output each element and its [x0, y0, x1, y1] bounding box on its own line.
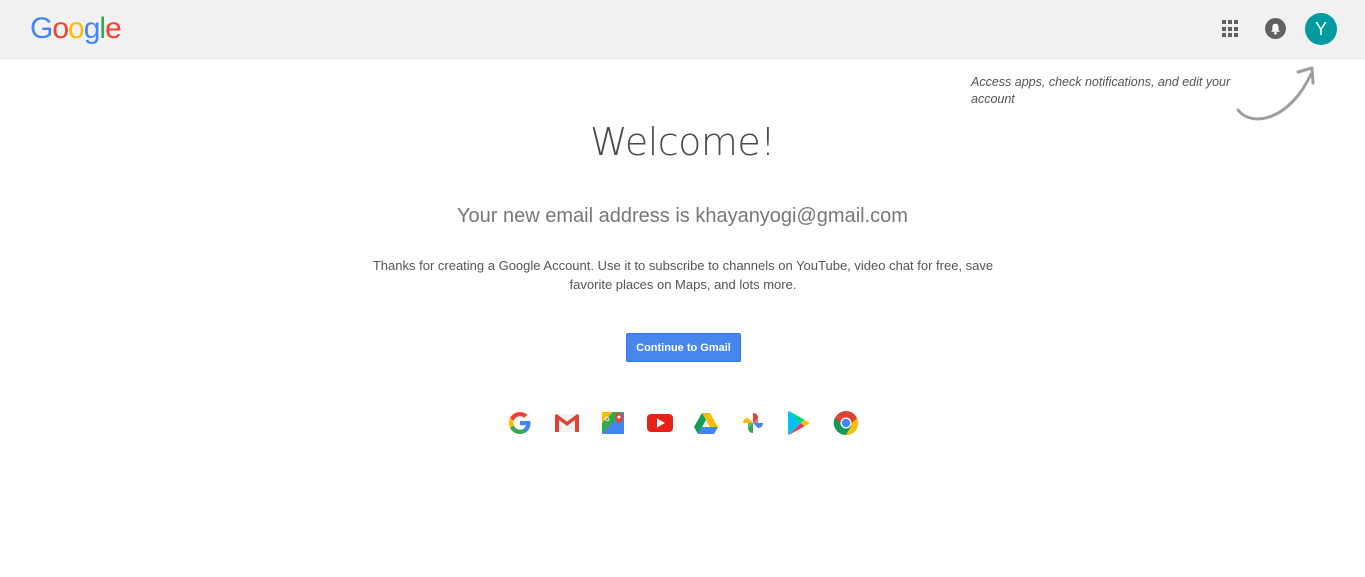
google-logo[interactable]: G o o g l e — [30, 12, 122, 46]
logo-letter: o — [68, 12, 85, 45]
logo-letter: G — [30, 12, 53, 45]
logo-letter: o — [52, 12, 69, 45]
hint-arrow-icon — [1236, 66, 1315, 121]
account-description: Thanks for creating a Google Account. Us… — [372, 258, 994, 292]
chrome-icon[interactable] — [832, 409, 860, 437]
svg-text:G: G — [605, 417, 610, 423]
photos-icon[interactable] — [739, 409, 767, 437]
youtube-icon[interactable] — [646, 409, 674, 437]
logo-letter: e — [105, 12, 122, 45]
account-avatar[interactable]: Y — [1305, 13, 1337, 45]
logo-letter: g — [83, 12, 101, 45]
onboarding-hint: Access apps, check notifications, and ed… — [971, 75, 1231, 106]
product-icon-row: G — [506, 409, 878, 437]
maps-icon[interactable]: G — [599, 409, 627, 437]
drive-icon[interactable] — [692, 409, 720, 437]
play-store-icon[interactable] — [785, 409, 813, 437]
top-bar: G o o g l e Y — [0, 0, 1365, 59]
apps-grid-icon[interactable] — [1220, 18, 1242, 40]
google-search-icon[interactable] — [506, 409, 534, 437]
new-email-address: Your new email address is khayanyogi@gma… — [457, 205, 908, 227]
page-title: Welcome! — [589, 120, 776, 164]
gmail-icon[interactable] — [553, 409, 581, 437]
continue-to-gmail-button[interactable]: Continue to Gmail — [626, 333, 741, 362]
bell-icon[interactable] — [1265, 18, 1286, 39]
